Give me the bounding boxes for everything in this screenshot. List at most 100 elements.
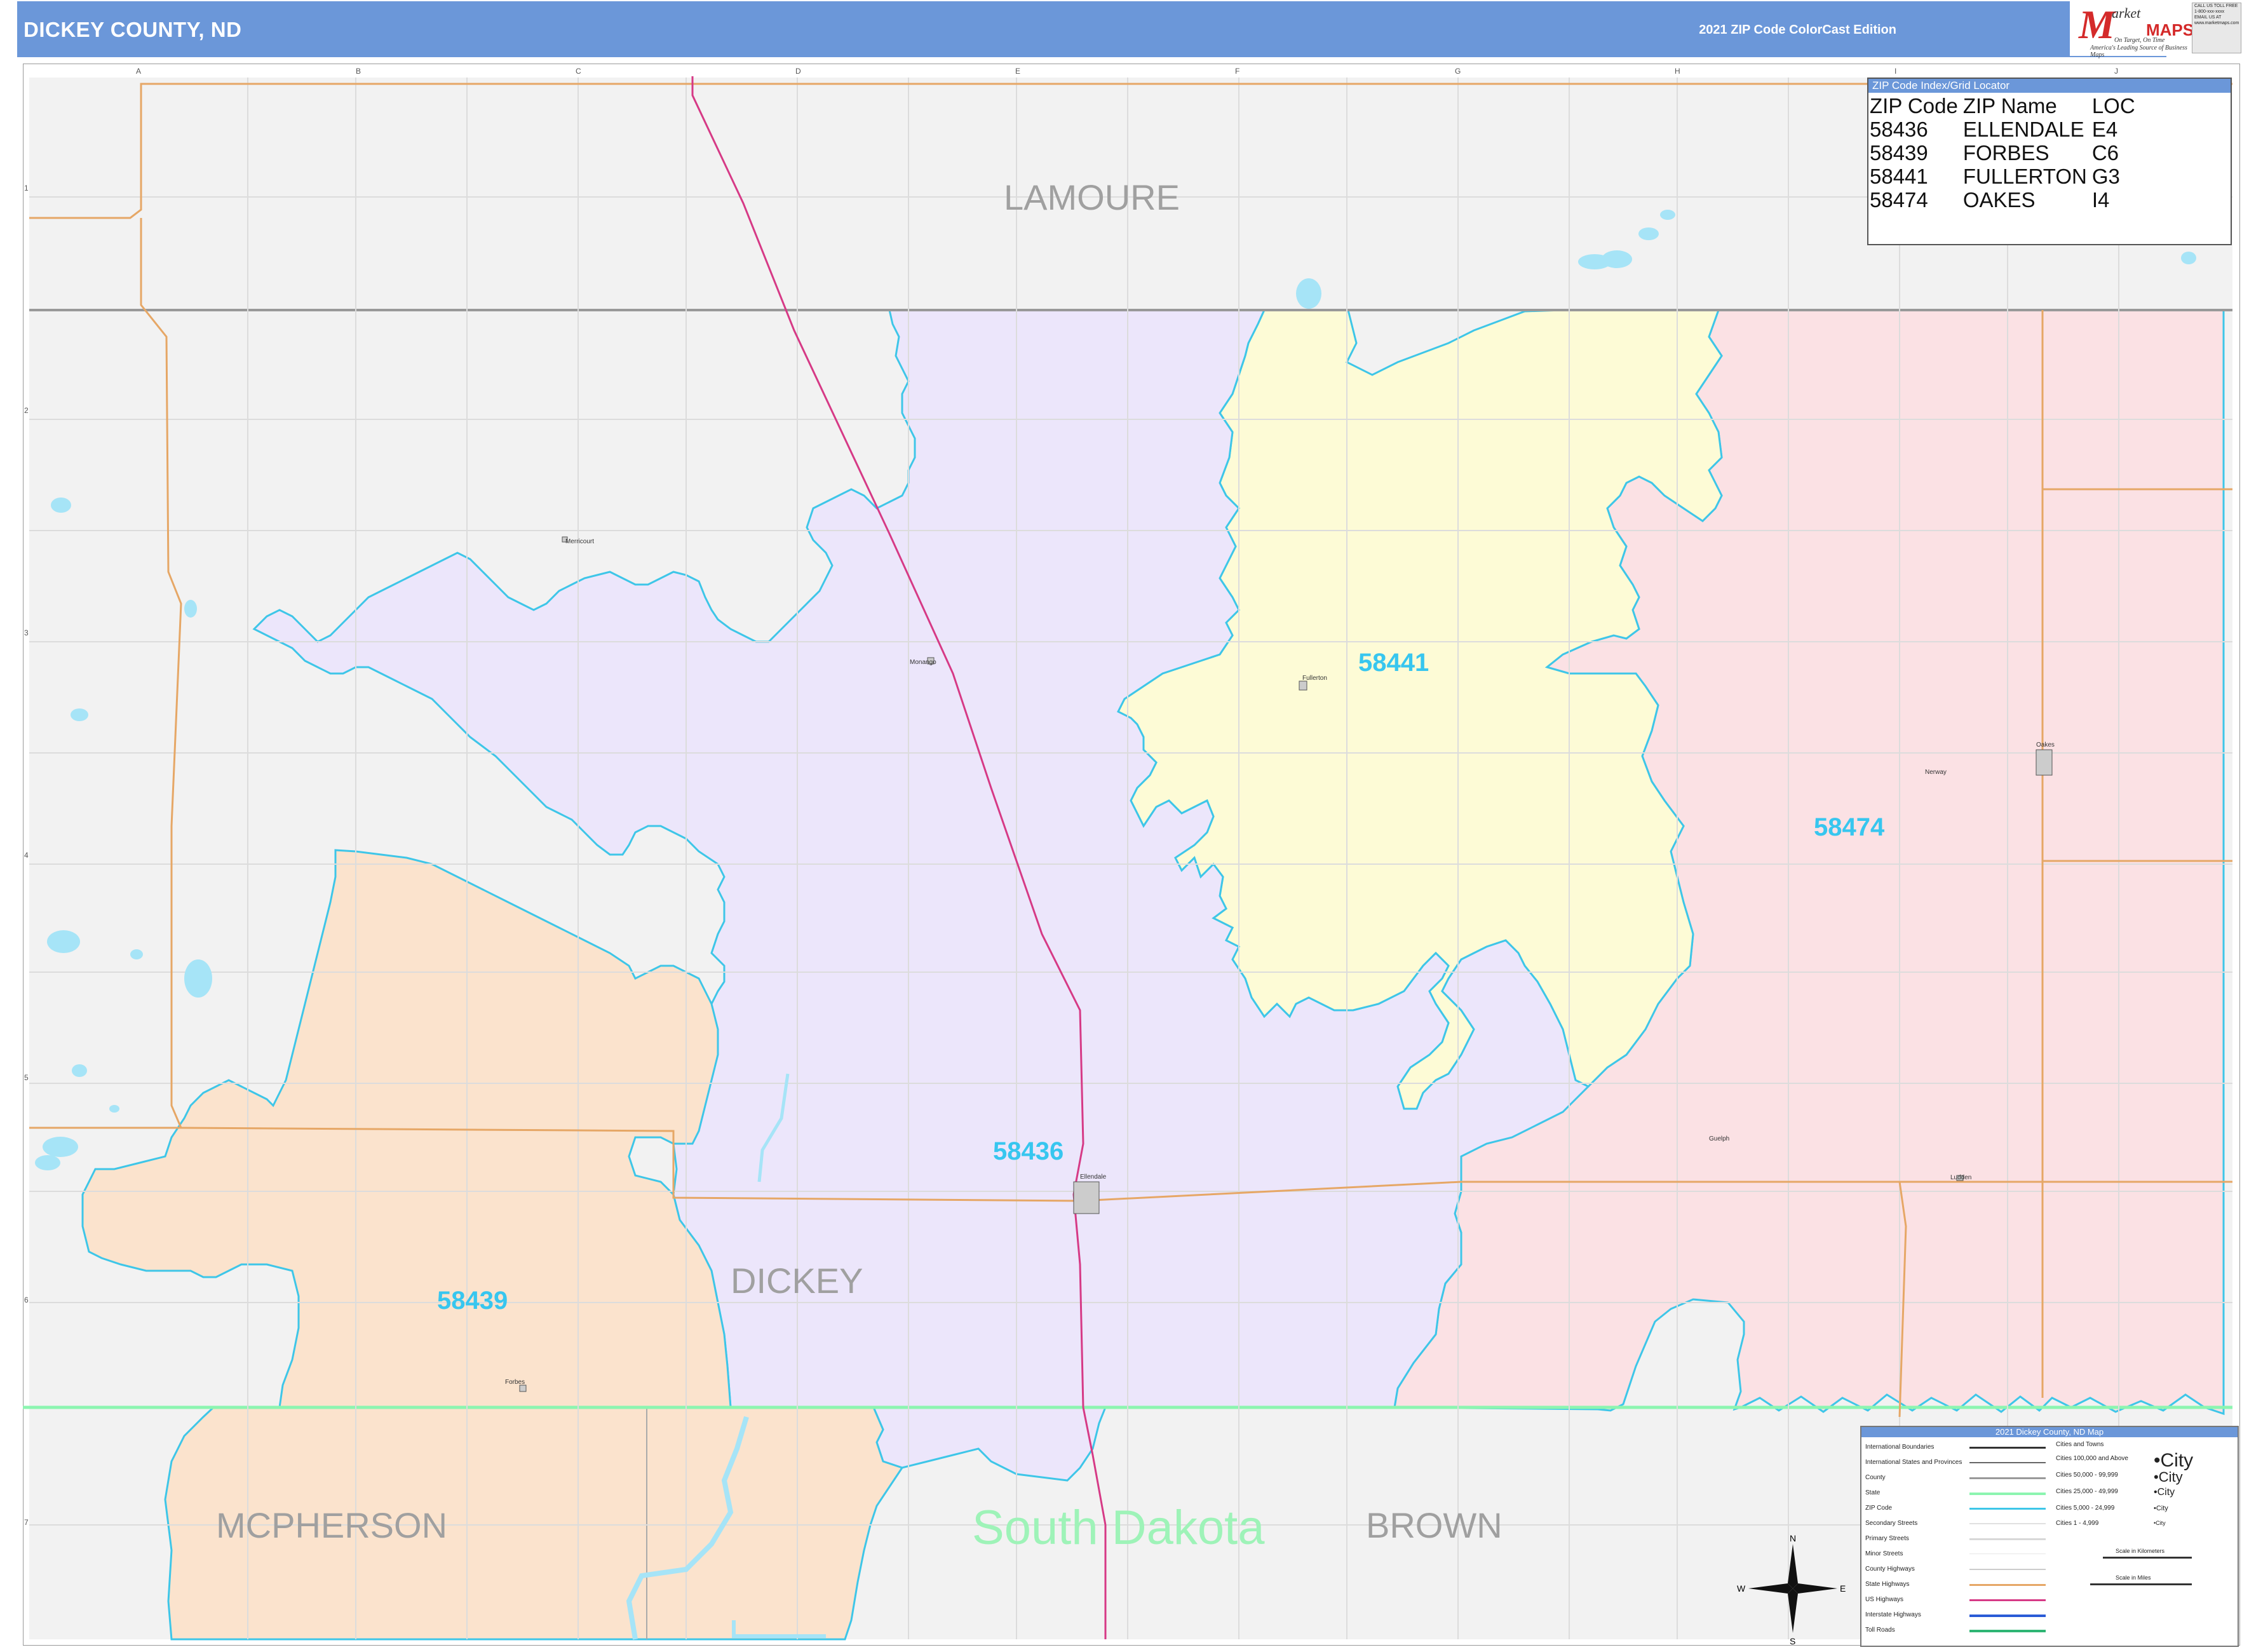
- map-header: DICKEY COUNTY, ND 2021 ZIP Code ColorCas…: [17, 1, 2166, 57]
- map-title: DICKEY COUNTY, ND: [24, 18, 242, 41]
- legend-swatch: [1969, 1569, 2046, 1570]
- compass-w: W: [1737, 1583, 1746, 1594]
- zip-loc-cell: E4: [2091, 118, 2118, 141]
- legend-city-item: Cities 25,000 - 49,999: [2056, 1488, 2118, 1495]
- contact-line: www.marketmaps.com: [2194, 21, 2239, 25]
- grid-col-label: C: [576, 67, 581, 76]
- grid-col-label: E: [1015, 67, 1020, 76]
- grid-col-label: I: [1894, 67, 1896, 76]
- legend-title: 2021 Dickey County, ND Map: [1861, 1427, 2238, 1437]
- legend-item: Primary Streets: [1865, 1535, 1909, 1542]
- grid-col-label: B: [356, 67, 361, 76]
- legend-swatch: [1969, 1615, 2046, 1617]
- legend-item: ZIP Code: [1865, 1505, 1893, 1512]
- grid-row-label: 3: [24, 628, 29, 637]
- grid-row-label: 4: [24, 851, 29, 860]
- legend-item: State: [1865, 1489, 1881, 1496]
- edition-label: 2021 ZIP Code ColorCast Edition: [1699, 23, 1896, 37]
- town-label: Ludden: [1950, 1174, 1971, 1181]
- legend-swatch: [1969, 1508, 2046, 1510]
- legend-swatch: [1969, 1630, 2046, 1632]
- contact-line: CALL US TOLL FREE: [2194, 4, 2238, 8]
- legend-swatch: [1969, 1538, 2046, 1540]
- grid-col-label: F: [1235, 67, 1239, 76]
- logo-market: arket: [2112, 5, 2141, 21]
- legend-item: US Highways: [1865, 1596, 1904, 1603]
- table-row[interactable]: 58474 OAKES I4: [1870, 188, 2140, 212]
- grid-row-label: 7: [24, 1518, 29, 1527]
- contact-line: EMAIL US AT: [2194, 15, 2222, 20]
- col-header: ZIP Name: [1962, 94, 2057, 118]
- table-row[interactable]: 58439 FORBES C6: [1870, 141, 2140, 165]
- scale-mi-bar: [2090, 1583, 2192, 1585]
- compass-s: S: [1790, 1636, 1795, 1646]
- grid-col-label: G: [1455, 67, 1461, 76]
- legend-item: Secondary Streets: [1865, 1520, 1918, 1527]
- contact-box: CALL US TOLL FREE 1-800-xxx-xxxx EMAIL U…: [2192, 3, 2241, 53]
- grid-col-label: D: [795, 67, 801, 76]
- zip-label-58439: 58439: [437, 1287, 508, 1315]
- zip-loc-cell: G3: [2091, 165, 2120, 188]
- county-label-brown: BROWN: [1366, 1505, 1503, 1545]
- grid-row-label: 5: [24, 1073, 29, 1082]
- town-label: Nerway: [1925, 769, 1947, 776]
- zip-name-cell: FORBES: [1962, 141, 2050, 165]
- zip-label-58441: 58441: [1358, 649, 1429, 677]
- zip-code-cell: 58436: [1870, 118, 1928, 141]
- scale-km-label: Scale in Kilometers: [2116, 1548, 2165, 1554]
- grid-col-label: J: [2114, 67, 2118, 76]
- legend-swatch: [1969, 1477, 2046, 1479]
- county-label-lamoure: LAMOURE: [1004, 177, 1180, 217]
- legend-city-sample: •City: [2154, 1469, 2183, 1485]
- zip-name-cell: OAKES: [1962, 188, 2036, 212]
- legend-item: Minor Streets: [1865, 1550, 1903, 1557]
- col-header: LOC: [2091, 94, 2135, 118]
- legend-item: International States and Provinces: [1865, 1459, 1962, 1466]
- table-row[interactable]: 58436 ELLENDALE E4: [1870, 118, 2140, 141]
- legend-item: County Highways: [1865, 1566, 1915, 1573]
- compass-e: E: [1840, 1583, 1846, 1594]
- grid-col-label: A: [136, 67, 141, 76]
- legend-swatch: [1969, 1584, 2046, 1586]
- zip-index-heading: ZIP Code Index/Grid Locator: [1868, 79, 2231, 93]
- zip-loc-cell: I4: [2091, 188, 2110, 212]
- county-label-dickey: DICKEY: [731, 1261, 863, 1301]
- zip-label-58436: 58436: [993, 1137, 1064, 1165]
- zip-index-table: ZIP Code ZIP Name LOC 58436 ELLENDALE E4…: [1870, 94, 2140, 212]
- logo-tagline-2: America's Leading Source of Business Map…: [2090, 44, 2187, 58]
- zip-loc-cell: C6: [2091, 141, 2119, 165]
- map-legend: 2021 Dickey County, ND Map International…: [1860, 1426, 2239, 1647]
- legend-item: Toll Roads: [1865, 1627, 1895, 1634]
- legend-city-item: Cities 100,000 and Above: [2056, 1455, 2128, 1462]
- county-label-mcpherson: MCPHERSON: [216, 1505, 447, 1545]
- legend-city-item: Cities and Towns: [2056, 1441, 2104, 1448]
- table-row[interactable]: 58441 FULLERTON G3: [1870, 165, 2140, 188]
- zip-index-box: ZIP Code Index/Grid Locator ZIP Code ZIP…: [1867, 78, 2232, 245]
- town-label: Ellendale: [1080, 1174, 1107, 1181]
- legend-city-sample: •City: [2154, 1505, 2168, 1512]
- town-label: Merricourt: [565, 538, 594, 545]
- zip-code-cell: 58439: [1870, 141, 1928, 165]
- logo-m: M: [2079, 2, 2115, 47]
- legend-item: International Boundaries: [1865, 1444, 1935, 1451]
- compass-n: N: [1790, 1533, 1796, 1543]
- zip-index-header-row: ZIP Code ZIP Name LOC: [1870, 94, 2140, 118]
- legend-swatch: [1969, 1523, 2046, 1524]
- grid-row-label: 6: [24, 1296, 29, 1304]
- col-header: ZIP Code: [1870, 94, 1958, 118]
- zip-label-58474: 58474: [1814, 813, 1885, 841]
- zip-name-cell: FULLERTON: [1962, 165, 2087, 188]
- town-label: Monango: [910, 659, 936, 666]
- town-label: Oakes: [2036, 741, 2055, 748]
- legend-swatch: [1969, 1447, 2046, 1449]
- zip-name-cell: ELLENDALE: [1962, 118, 2084, 141]
- legend-city-item: Cities 1 - 4,999: [2056, 1520, 2099, 1527]
- legend-city-sample: •City: [2154, 1520, 2166, 1526]
- legend-item: County: [1865, 1474, 1886, 1481]
- logo-tagline: On Target, On Time: [2114, 37, 2165, 44]
- town-label: Fullerton: [1302, 675, 1327, 682]
- legend-item: State Highways: [1865, 1581, 1910, 1588]
- legend-swatch: [1969, 1493, 2046, 1495]
- grid-row-label: 1: [24, 184, 29, 193]
- state-label: South Dakota: [972, 1501, 1265, 1555]
